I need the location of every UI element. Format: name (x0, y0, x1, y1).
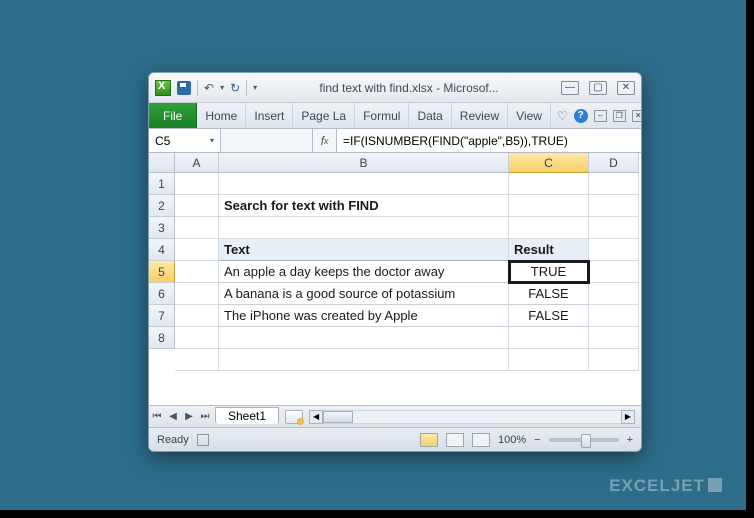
mdi-close-button[interactable]: ✕ (632, 110, 642, 122)
tab-data[interactable]: Data (409, 103, 451, 128)
zoom-slider[interactable] (549, 438, 619, 442)
row-header-5[interactable]: 5 (149, 261, 175, 283)
scroll-left-button[interactable]: ◀ (309, 410, 323, 424)
minimize-button[interactable]: — (561, 81, 579, 95)
status-bar: Ready 100% − + (149, 427, 641, 451)
tab-review[interactable]: Review (452, 103, 508, 128)
quick-access-toolbar: ↶ ▾ ↻ ▾ (177, 80, 257, 96)
prev-sheet-button[interactable]: ◀ (165, 411, 181, 422)
cell-b6[interactable]: A banana is a good source of potassium (219, 283, 509, 305)
status-ready: Ready (157, 434, 189, 446)
excel-app-icon[interactable] (155, 80, 171, 96)
row-header-8[interactable]: 8 (149, 327, 175, 349)
scroll-thumb[interactable] (323, 411, 353, 423)
excel-window: ↶ ▾ ↻ ▾ find text with find.xlsx - Micro… (148, 72, 642, 452)
tab-insert[interactable]: Insert (246, 103, 293, 128)
titlebar: ↶ ▾ ↻ ▾ find text with find.xlsx - Micro… (149, 73, 641, 103)
row-header-4[interactable]: 4 (149, 239, 175, 261)
page-break-view-button[interactable] (472, 433, 490, 447)
col-header-d[interactable]: D (589, 153, 639, 173)
row-header-1[interactable]: 1 (149, 173, 175, 195)
first-sheet-button[interactable]: ⏮ (149, 411, 165, 422)
worksheet-grid[interactable]: A B C D 1 2 3 4 5 6 7 8 Search for text … (149, 153, 641, 405)
formula-bar: C5 ▾ fx =IF(ISNUMBER(FIND("apple",B5)),T… (149, 129, 641, 153)
ribbon-minimize-icon[interactable]: ♡ (557, 109, 568, 123)
macro-record-icon[interactable] (197, 434, 209, 446)
zoom-level[interactable]: 100% (498, 434, 526, 446)
row-header-7[interactable]: 7 (149, 305, 175, 327)
qat-customize-icon[interactable]: ▾ (253, 83, 257, 92)
row-header-2[interactable]: 2 (149, 195, 175, 217)
tab-formulas[interactable]: Formul (355, 103, 409, 128)
cell-b2[interactable]: Search for text with FIND (219, 195, 509, 217)
page-layout-view-button[interactable] (446, 433, 464, 447)
name-box-dropdown-icon[interactable]: ▾ (210, 136, 214, 145)
cell-b5[interactable]: An apple a day keeps the doctor away (219, 261, 509, 283)
zoom-in-button[interactable]: + (627, 434, 633, 446)
tab-file[interactable]: File (149, 103, 197, 128)
scroll-right-button[interactable]: ▶ (621, 410, 635, 424)
zoom-out-button[interactable]: − (534, 434, 540, 446)
new-sheet-button[interactable] (285, 410, 303, 424)
help-icon[interactable]: ? (574, 109, 588, 123)
sheet-tab-bar: ⏮ ◀ ▶ ⏭ Sheet1 ◀ ▶ (149, 405, 641, 427)
name-box-value: C5 (155, 134, 170, 148)
normal-view-button[interactable] (420, 433, 438, 447)
mdi-restore-button[interactable]: ❐ (613, 110, 626, 122)
page-watermark: EXCELJET (609, 476, 722, 496)
cell-b7[interactable]: The iPhone was created by Apple (219, 305, 509, 327)
cell-b4[interactable]: Text (219, 239, 509, 261)
next-sheet-button[interactable]: ▶ (181, 411, 197, 422)
tab-home[interactable]: Home (197, 103, 246, 128)
redo-icon[interactable]: ↻ (230, 81, 240, 95)
col-header-b[interactable]: B (219, 153, 509, 173)
ribbon: File Home Insert Page La Formul Data Rev… (149, 103, 641, 129)
select-all-triangle[interactable] (149, 153, 175, 173)
cell-c6[interactable]: FALSE (509, 283, 589, 305)
cell-c5[interactable]: TRUE (509, 261, 589, 283)
cell-c7[interactable]: FALSE (509, 305, 589, 327)
horizontal-scrollbar[interactable]: ◀ ▶ (309, 410, 635, 424)
tab-page-layout[interactable]: Page La (293, 103, 355, 128)
last-sheet-button[interactable]: ⏭ (197, 411, 213, 422)
save-icon[interactable] (177, 81, 191, 95)
maximize-button[interactable]: ▢ (589, 81, 607, 95)
mdi-minimize-button[interactable]: – (594, 110, 607, 122)
cell-c4[interactable]: Result (509, 239, 589, 261)
undo-dropdown[interactable]: ▾ (220, 83, 224, 92)
col-header-c[interactable]: C (509, 153, 589, 173)
window-title: find text with find.xlsx - Microsof... (263, 81, 555, 95)
col-header-a[interactable]: A (175, 153, 219, 173)
sheet-tab-sheet1[interactable]: Sheet1 (215, 407, 279, 424)
formula-input[interactable]: =IF(ISNUMBER(FIND("apple",B5)),TRUE) (337, 129, 641, 152)
row-header-6[interactable]: 6 (149, 283, 175, 305)
close-button[interactable]: ✕ (617, 81, 635, 95)
name-box[interactable]: C5 ▾ (149, 129, 221, 152)
row-header-3[interactable]: 3 (149, 217, 175, 239)
fx-icon[interactable]: fx (313, 129, 337, 152)
tab-view[interactable]: View (508, 103, 551, 128)
undo-icon[interactable]: ↶ (204, 81, 214, 95)
